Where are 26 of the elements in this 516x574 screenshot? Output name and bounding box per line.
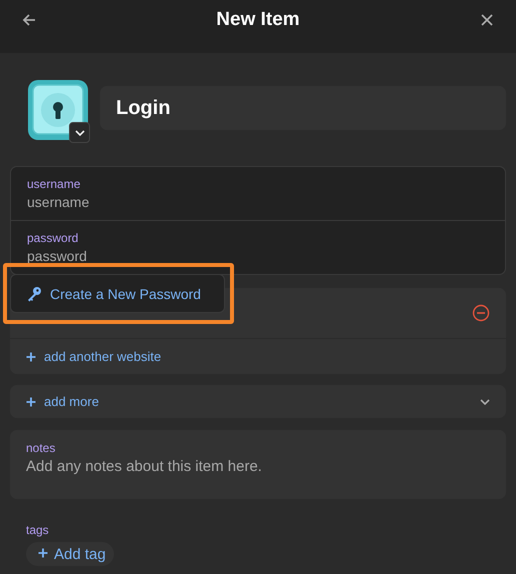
notes-field[interactable]: notes Add any notes about this item here. bbox=[10, 430, 506, 499]
chevron-icon[interactable] bbox=[480, 398, 490, 404]
chevron-down-icon bbox=[74, 130, 84, 136]
dropdown-button[interactable] bbox=[69, 122, 90, 143]
plus-icon bbox=[26, 396, 36, 406]
field-label: username bbox=[27, 177, 80, 192]
text-field[interactable]: username bbox=[27, 194, 489, 210]
field-label: notes bbox=[26, 441, 56, 456]
keyhole-icon bbox=[28, 80, 88, 140]
text-field[interactable]: password bbox=[27, 248, 489, 264]
window-title: New Item bbox=[216, 8, 300, 32]
add-more-row[interactable]: add more bbox=[10, 385, 506, 418]
add-more-link[interactable]: add more bbox=[26, 394, 99, 409]
close-icon[interactable] bbox=[480, 13, 494, 27]
notes-input[interactable]: Add any notes about this item here. bbox=[26, 458, 490, 478]
add-tag-button[interactable]: Add tag bbox=[26, 542, 114, 566]
back-icon[interactable] bbox=[22, 13, 36, 27]
field-label: tags bbox=[26, 523, 49, 538]
item-name-field[interactable]: Login bbox=[100, 86, 506, 130]
plus-icon bbox=[26, 352, 36, 362]
plus-icon bbox=[37, 548, 49, 560]
key-icon bbox=[26, 286, 42, 302]
add-website-link[interactable]: add another website bbox=[26, 349, 162, 364]
field-label: password bbox=[27, 231, 78, 246]
create-password-menu-item[interactable]: Create a New Password bbox=[10, 274, 225, 313]
remove-icon[interactable] bbox=[472, 304, 490, 322]
